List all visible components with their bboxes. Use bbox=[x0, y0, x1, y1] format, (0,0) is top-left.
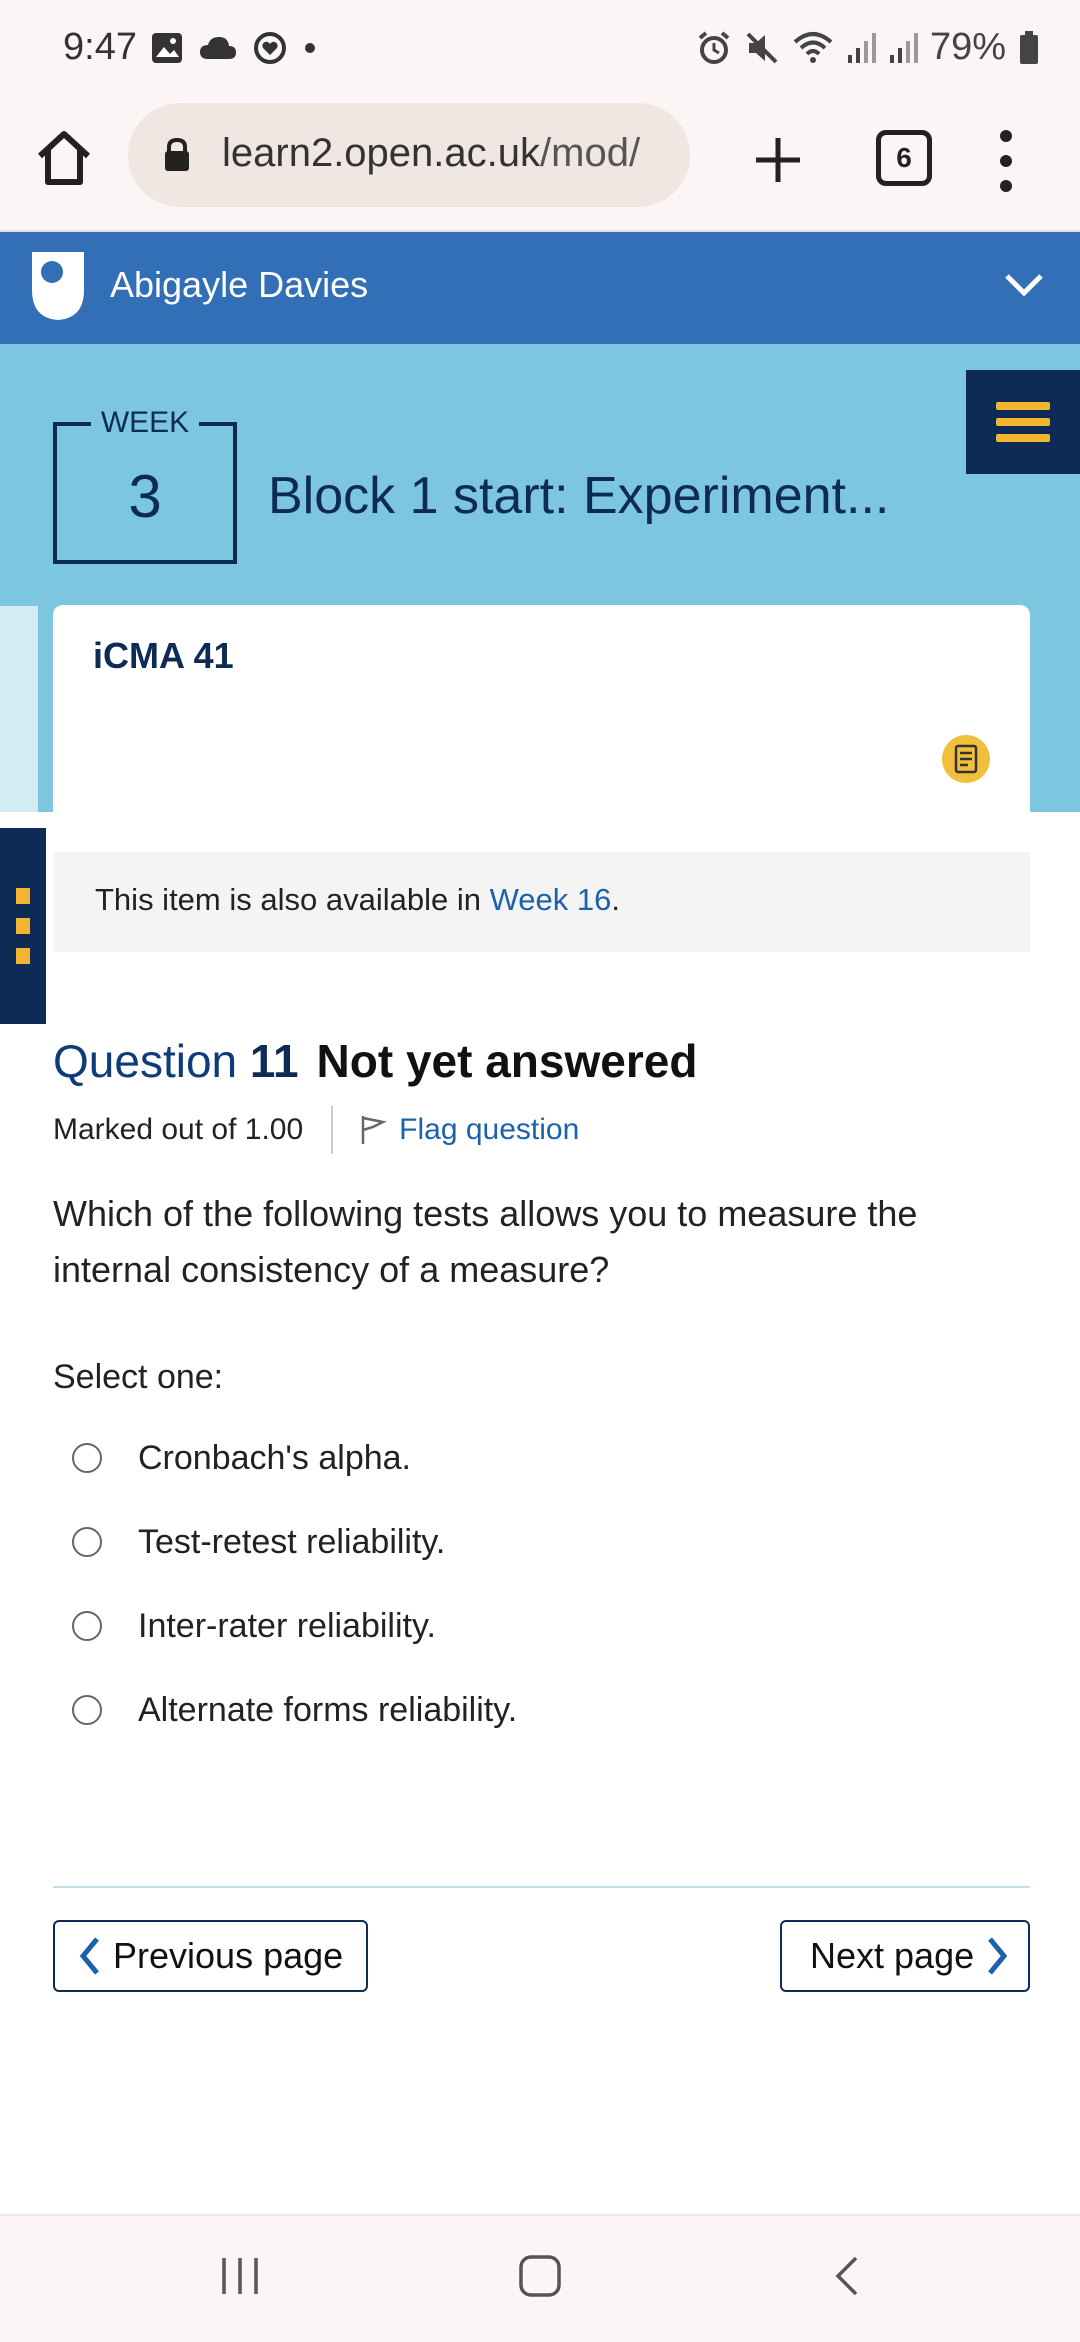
home-button-icon[interactable] bbox=[518, 2254, 562, 2298]
week-box: WEEK 3 bbox=[53, 406, 237, 564]
browser-toolbar: learn2.open.ac.uk/mod/ 6 bbox=[0, 100, 1080, 232]
answer-option[interactable]: Cronbach's alpha. bbox=[72, 1416, 517, 1500]
battery-percentage: 79% bbox=[929, 26, 1006, 68]
site-header: Abigayle Davies bbox=[0, 232, 1080, 344]
dot-icon bbox=[305, 43, 315, 53]
open-university-logo[interactable] bbox=[30, 250, 86, 322]
side-strip bbox=[0, 606, 38, 812]
flag-question-label: Flag question bbox=[399, 1113, 580, 1146]
next-page-button[interactable]: Next page bbox=[780, 1920, 1030, 1992]
radio-button[interactable] bbox=[72, 1695, 102, 1725]
flag-icon bbox=[361, 1116, 387, 1144]
url-host: learn2.open.ac.uk bbox=[222, 131, 541, 175]
more-menu-icon[interactable] bbox=[996, 126, 1016, 196]
notice-text: This item is also available in Week 16. bbox=[95, 882, 620, 917]
week-number: 3 bbox=[128, 463, 162, 530]
drawer-toggle[interactable] bbox=[0, 828, 46, 1024]
battery-icon bbox=[1020, 30, 1038, 64]
radio-button[interactable] bbox=[72, 1527, 102, 1557]
chevron-down-icon[interactable] bbox=[1004, 272, 1044, 298]
cloud-icon bbox=[200, 37, 236, 59]
chevron-left-icon bbox=[79, 1937, 99, 1975]
alarm-icon bbox=[698, 30, 730, 64]
answer-option[interactable]: Inter-rater reliability. bbox=[72, 1584, 517, 1668]
mute-icon bbox=[746, 32, 778, 63]
marked-out-of: Marked out of 1.00 bbox=[53, 1113, 304, 1146]
hamburger-icon bbox=[996, 402, 1050, 410]
week-title: Block 1 start: Experiment... bbox=[268, 467, 890, 525]
previous-page-label: Previous page bbox=[113, 1935, 344, 1976]
quiz-icon bbox=[954, 744, 978, 774]
flag-question-link[interactable]: Flag question bbox=[359, 1113, 579, 1147]
answer-option-label: Alternate forms reliability. bbox=[138, 1690, 518, 1729]
system-navigation-bar bbox=[0, 2214, 1080, 2342]
recent-apps-icon[interactable] bbox=[218, 2254, 262, 2298]
hamburger-menu-button[interactable] bbox=[966, 370, 1080, 474]
availability-notice: This item is also available in Week 16. bbox=[53, 852, 1030, 952]
answer-option[interactable]: Alternate forms reliability. bbox=[72, 1668, 517, 1752]
next-page-label: Next page bbox=[810, 1935, 975, 1976]
question-heading: Question 11 Not yet answered bbox=[53, 1034, 697, 1088]
chevron-right-icon bbox=[988, 1937, 1008, 1975]
status-notification-icons bbox=[150, 30, 318, 66]
answer-option-label: Cronbach's alpha. bbox=[138, 1438, 411, 1477]
back-icon[interactable] bbox=[826, 2254, 870, 2298]
lock-icon bbox=[165, 137, 189, 171]
url-path: /mod/ bbox=[540, 131, 641, 175]
wifi-icon bbox=[793, 31, 833, 63]
tab-switcher-button[interactable]: 6 bbox=[876, 130, 932, 186]
status-bar: 9:47 79% bbox=[0, 0, 1080, 100]
gallery-icon bbox=[152, 33, 182, 63]
user-name[interactable]: Abigayle Davies bbox=[110, 264, 368, 306]
question-state: Not yet answered bbox=[316, 1035, 698, 1087]
drawer-handle-icon bbox=[16, 888, 30, 904]
activity-card: iCMA 41 bbox=[53, 605, 1030, 812]
answer-options: Cronbach's alpha. Test-retest reliabilit… bbox=[72, 1416, 517, 1752]
week-16-link[interactable]: Week 16 bbox=[490, 882, 612, 917]
meta-divider bbox=[331, 1106, 334, 1154]
answer-option-label: Test-retest reliability. bbox=[138, 1522, 446, 1561]
signal-icon-2 bbox=[889, 32, 918, 63]
status-system-icons: 79% bbox=[696, 26, 1040, 69]
signal-icon bbox=[847, 32, 876, 63]
radio-button[interactable] bbox=[72, 1611, 102, 1641]
url-text: learn2.open.ac.uk/mod/ bbox=[222, 131, 640, 176]
address-bar[interactable]: learn2.open.ac.uk/mod/ bbox=[128, 103, 690, 207]
separator bbox=[53, 1886, 1030, 1888]
question-number: 11 bbox=[249, 1035, 299, 1087]
week-label: WEEK bbox=[90, 406, 200, 439]
select-one-label: Select one: bbox=[53, 1358, 224, 1396]
previous-page-button[interactable]: Previous page bbox=[53, 1920, 368, 1992]
new-tab-icon[interactable] bbox=[748, 130, 808, 190]
heart-sync-icon bbox=[254, 32, 286, 64]
question-meta: Marked out of 1.00 Flag question bbox=[53, 1106, 579, 1154]
answer-option-label: Inter-rater reliability. bbox=[138, 1606, 436, 1645]
question-label: Question bbox=[53, 1035, 238, 1087]
quiz-badge bbox=[942, 735, 990, 783]
answer-option[interactable]: Test-retest reliability. bbox=[72, 1500, 517, 1584]
radio-button[interactable] bbox=[72, 1443, 102, 1473]
card-title: iCMA 41 bbox=[93, 635, 234, 676]
status-time: 9:47 bbox=[63, 26, 137, 68]
question-text: Which of the following tests allows you … bbox=[53, 1193, 918, 1290]
home-icon[interactable] bbox=[32, 126, 96, 190]
